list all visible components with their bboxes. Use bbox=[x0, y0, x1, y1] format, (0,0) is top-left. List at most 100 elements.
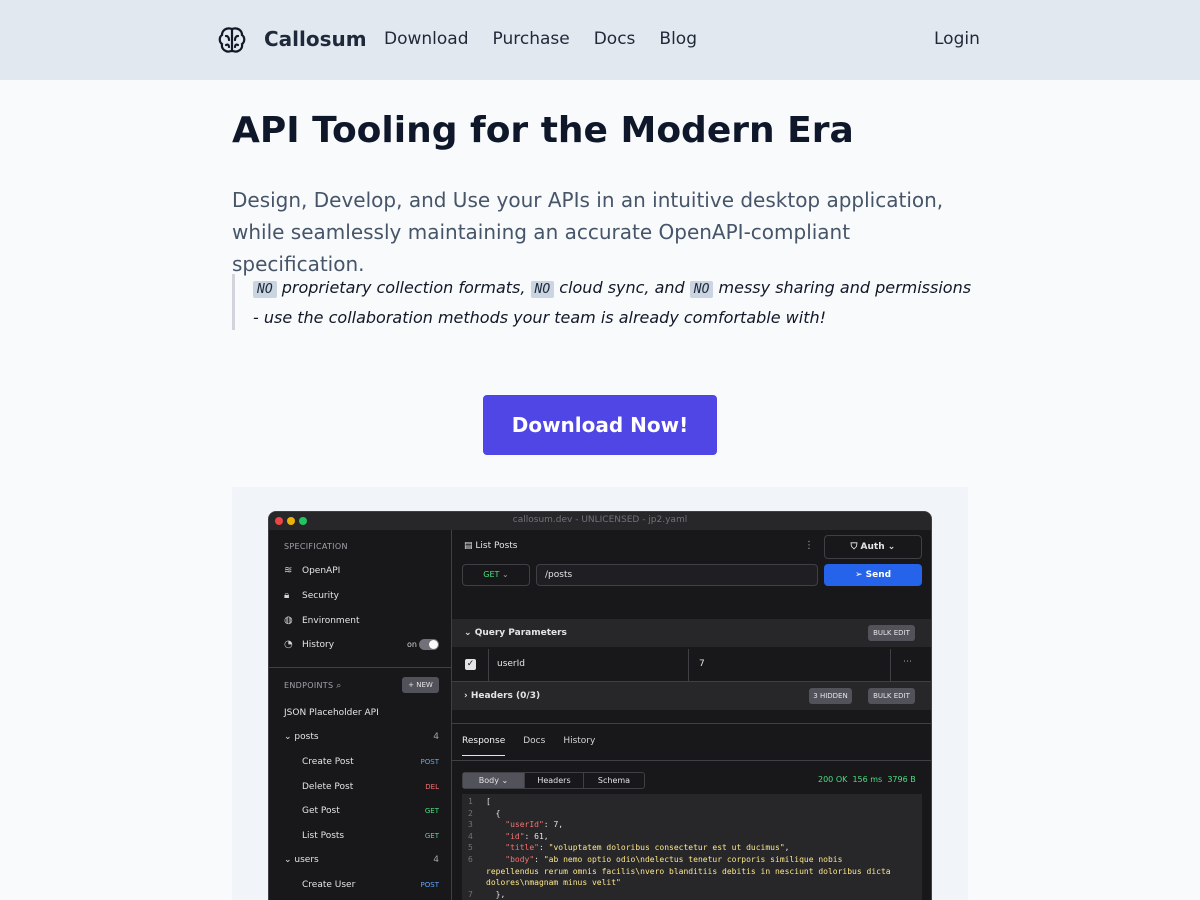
group-users[interactable]: ⌄ users 4 bbox=[284, 855, 439, 865]
code-line: 1[ bbox=[462, 796, 922, 808]
method-badge: GET bbox=[424, 807, 439, 815]
tabs-divider bbox=[452, 760, 931, 761]
window-title: callosum.dev - UNLICENSED - jp2.yaml bbox=[512, 515, 688, 525]
hero-description: Design, Develop, and Use your APIs in an… bbox=[232, 188, 944, 276]
endpoints-heading-label: ENDPOINTS bbox=[284, 681, 334, 690]
sidebar-item-environment[interactable]: ◍ Environment bbox=[284, 615, 359, 626]
json-value: 61, bbox=[529, 831, 549, 841]
hero-title: API Tooling for the Modern Era bbox=[232, 110, 854, 151]
nav-link-blog[interactable]: Blog bbox=[659, 29, 697, 49]
line-number: 1 bbox=[468, 797, 473, 806]
more-options-icon[interactable]: ⋯ bbox=[903, 657, 912, 667]
nav-links: Download Purchase Docs Blog bbox=[384, 29, 697, 49]
tab-headers[interactable]: Headers bbox=[524, 773, 583, 788]
sidebar-item-label: Environment bbox=[302, 616, 360, 626]
app-screenshot: callosum.dev - UNLICENSED - jp2.yaml SPE… bbox=[232, 487, 968, 900]
window-titlebar: callosum.dev - UNLICENSED - jp2.yaml bbox=[269, 512, 931, 530]
code-line: 2 { bbox=[462, 808, 922, 820]
chevron-down-icon: ⌄ bbox=[464, 628, 475, 638]
tab-response[interactable]: Response bbox=[462, 736, 506, 756]
send-button[interactable]: ➢ Send bbox=[824, 564, 922, 586]
request-title: ▤ List Posts bbox=[464, 541, 518, 551]
json-key: "body" bbox=[505, 854, 535, 864]
tab-schema[interactable]: Schema bbox=[583, 773, 644, 788]
specification-heading: SPECIFICATION bbox=[284, 542, 348, 551]
chevron-down-icon: ⌄ bbox=[284, 732, 295, 742]
line-number: 2 bbox=[468, 808, 473, 818]
response-stats: 200 OK 156 ms 3796 B bbox=[818, 775, 916, 784]
tab-history[interactable]: History bbox=[563, 736, 595, 756]
param-value[interactable]: 7 bbox=[699, 659, 705, 669]
more-options-icon[interactable]: ⋮ bbox=[804, 540, 814, 551]
no-badge: NO bbox=[253, 281, 277, 298]
app-sidebar: SPECIFICATION ≋ OpenAPI 🔒︎ Security ◍ Envir… bbox=[269, 530, 452, 900]
brand-name[interactable]: Callosum bbox=[264, 27, 367, 51]
nav-link-download[interactable]: Download bbox=[384, 29, 469, 49]
sidebar-item-openapi[interactable]: ≋ OpenAPI bbox=[284, 565, 340, 576]
hero-quote: NO proprietary collection formats, NO cl… bbox=[232, 274, 972, 330]
history-toggle[interactable] bbox=[419, 639, 439, 650]
json-string: "voluptatem doloribus consectetur est ut… bbox=[548, 843, 785, 853]
status-code: 200 OK bbox=[818, 775, 848, 784]
sidebar-item-label: Security bbox=[302, 591, 339, 601]
code-text: , bbox=[784, 843, 790, 853]
line-number: 7 bbox=[468, 889, 473, 899]
query-parameters-section[interactable]: ⌄ Query Parameters BULK EDIT bbox=[452, 619, 931, 647]
headers-label: › Headers (0/3) bbox=[464, 691, 540, 701]
hidden-headers-button[interactable]: 3 HIDDEN bbox=[809, 688, 852, 704]
endpoint-label: Create Post bbox=[302, 757, 354, 767]
nav-link-purchase[interactable]: Purchase bbox=[493, 29, 570, 49]
auth-button[interactable]: ⛉ Auth ⌄ bbox=[824, 535, 922, 559]
response-body-code[interactable]: 1[ 2 { 3 "userId": 7, 4 "id": 61, 5 "tit… bbox=[462, 794, 922, 900]
lock-icon: 🔒︎ bbox=[284, 590, 290, 601]
param-checkbox[interactable]: ✓ bbox=[465, 659, 476, 670]
line-number: 6 bbox=[468, 854, 473, 864]
endpoint-delete-post[interactable]: Delete Post DEL bbox=[302, 782, 439, 792]
code-text: }, bbox=[486, 889, 506, 899]
brain-icon[interactable] bbox=[217, 25, 247, 55]
endpoint-list-posts[interactable]: List Posts GET bbox=[302, 831, 439, 841]
top-navbar: Callosum Download Purchase Docs Blog Log… bbox=[0, 0, 1200, 80]
send-icon: ➢ bbox=[854, 570, 866, 580]
method-select[interactable]: GET ⌄ bbox=[462, 564, 530, 586]
login-link[interactable]: Login bbox=[934, 29, 980, 49]
search-icon[interactable]: ⌕ bbox=[336, 681, 341, 691]
bulk-edit-button[interactable]: BULK EDIT bbox=[868, 688, 915, 704]
tab-body[interactable]: Body ⌄ bbox=[463, 773, 524, 788]
code-line: 6 "body": "ab nemo optio odio\ndelectus … bbox=[462, 854, 922, 866]
sidebar-divider bbox=[269, 667, 452, 668]
endpoint-label: Get Post bbox=[302, 806, 340, 816]
nav-link-docs[interactable]: Docs bbox=[594, 29, 636, 49]
bulk-edit-button[interactable]: BULK EDIT bbox=[868, 625, 915, 641]
sidebar-item-security[interactable]: 🔒︎ Security bbox=[284, 590, 339, 601]
auth-label: Auth bbox=[860, 542, 885, 552]
code-line: dolores\nmagnam minus velit" bbox=[462, 877, 922, 889]
globe-icon: ◍ bbox=[284, 615, 293, 626]
new-endpoint-button[interactable]: + NEW bbox=[402, 677, 439, 693]
endpoints-heading: ENDPOINTS ⌕ bbox=[284, 681, 342, 691]
quote-text-1: proprietary collection formats, bbox=[276, 278, 531, 297]
sidebar-item-history[interactable]: ◔ History bbox=[284, 639, 334, 650]
endpoint-create-user[interactable]: Create User POST bbox=[302, 880, 439, 890]
line-number: 4 bbox=[468, 831, 473, 841]
group-posts[interactable]: ⌄ posts 4 bbox=[284, 732, 439, 742]
chevron-right-icon: › bbox=[464, 691, 471, 701]
code-text: { bbox=[486, 808, 501, 818]
headers-section[interactable]: › Headers (0/3) 3 HIDDEN BULK EDIT bbox=[452, 682, 931, 710]
url-input[interactable]: /posts bbox=[536, 564, 818, 586]
chevron-down-icon: ⌄ bbox=[284, 855, 295, 865]
param-key[interactable]: userId bbox=[497, 659, 525, 669]
panel-divider bbox=[452, 723, 931, 724]
group-count: 4 bbox=[433, 855, 439, 865]
endpoint-get-post[interactable]: Get Post GET bbox=[302, 806, 439, 816]
json-key: "userId" bbox=[505, 820, 544, 830]
tab-docs[interactable]: Docs bbox=[523, 736, 545, 756]
code-line: 5 "title": "voluptatem doloribus consect… bbox=[462, 842, 922, 854]
column-divider bbox=[488, 649, 489, 682]
send-label: Send bbox=[865, 570, 892, 580]
sidebar-item-label: OpenAPI bbox=[302, 566, 341, 576]
download-now-button[interactable]: Download Now! bbox=[483, 395, 717, 455]
endpoint-create-post[interactable]: Create Post POST bbox=[302, 757, 439, 767]
api-name[interactable]: JSON Placeholder API bbox=[284, 708, 439, 718]
endpoint-label: Delete Post bbox=[302, 782, 354, 792]
